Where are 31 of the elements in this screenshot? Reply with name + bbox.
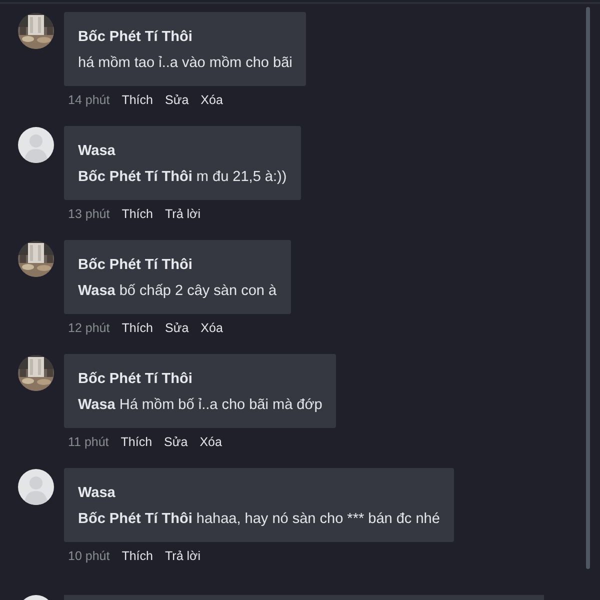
action-link[interactable]: Xóa xyxy=(200,435,222,449)
author-name[interactable]: Wasa xyxy=(78,140,287,162)
comment-text: Bốc Phét Tí Thôi hahaa, hay nó sàn cho *** bán đc nhé xyxy=(78,510,440,529)
action-link[interactable]: Trả lời xyxy=(164,549,200,563)
action-link[interactable]: Sửa xyxy=(164,321,189,335)
comment-text: Bốc Phét Tí Thôi m đu 21,5 à:)) xyxy=(78,168,287,187)
action-link[interactable]: Sửa xyxy=(164,435,188,449)
action-link[interactable]: Thích xyxy=(122,321,153,335)
avatar-icon xyxy=(18,127,54,163)
avatar-icon xyxy=(18,469,54,505)
timestamp: 12 phút xyxy=(68,321,110,335)
action-link[interactable]: Xóa xyxy=(200,321,223,335)
action-link[interactable]: Thích xyxy=(120,435,152,449)
action-link[interactable]: Thích xyxy=(122,93,153,107)
timestamp: 10 phút xyxy=(68,549,110,563)
action-link[interactable]: Trả lời xyxy=(164,207,200,221)
scrollbar[interactable] xyxy=(586,7,590,569)
comment-text: Wasa bố chấp 2 cây sàn con à xyxy=(78,282,277,301)
comment-text: há mồm tao ỉ..a vào mồm cho bãi xyxy=(78,54,292,73)
timestamp: 13 phút xyxy=(68,207,110,221)
author-name[interactable]: Bốc Phét Tí Thôi xyxy=(78,254,277,276)
author-name[interactable]: Wasa xyxy=(78,482,440,504)
comment-text: Wasa Há mồm bố ỉ..a cho bãi mà đớp xyxy=(78,396,322,415)
author-name[interactable]: Bốc Phét Tí Thôi xyxy=(78,26,292,48)
author-name[interactable]: Bốc Phét Tí Thôi xyxy=(78,368,322,390)
action-link[interactable]: Thích xyxy=(122,207,153,221)
action-link[interactable]: Sửa xyxy=(164,93,189,107)
timestamp: 14 phút xyxy=(68,93,110,107)
action-link[interactable]: Xóa xyxy=(200,93,223,107)
action-link[interactable]: Thích xyxy=(122,549,153,563)
timestamp: 11 phút xyxy=(68,435,109,449)
